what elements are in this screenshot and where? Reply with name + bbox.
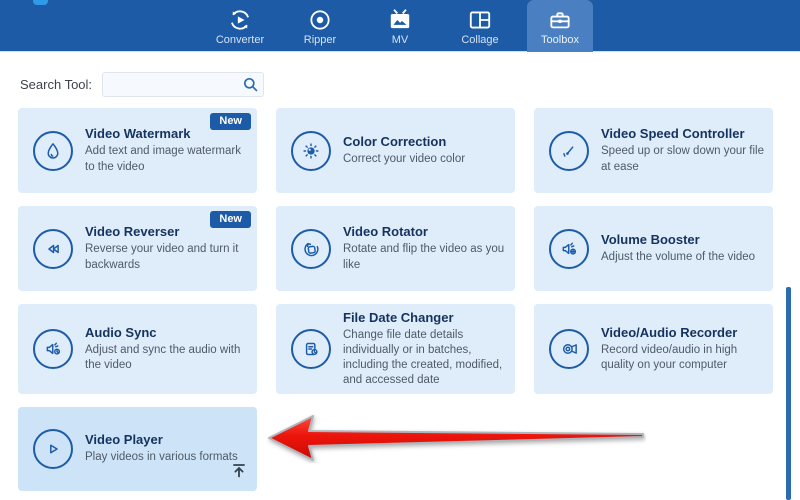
tool-text: Color Correction Correct your video colo…	[343, 134, 511, 167]
tab-toolbox[interactable]: Toolbox	[527, 0, 593, 52]
tab-ripper[interactable]: Ripper	[287, 0, 353, 52]
tool-title: Video Player	[85, 432, 253, 447]
tool-text: Audio Sync Adjust and sync the audio wit…	[85, 325, 253, 373]
search-icon[interactable]	[242, 76, 259, 98]
tab-label: Toolbox	[541, 34, 579, 46]
tool-title: Video Speed Controller	[601, 126, 769, 141]
card-video-rotator[interactable]: Video Rotator Rotate and flip the video …	[276, 206, 515, 291]
card-video-reverser[interactable]: New Video Reverser Reverse your video an…	[18, 206, 257, 291]
card-video-speed-controller[interactable]: Video Speed Controller Speed up or slow …	[534, 108, 773, 193]
rotate-icon	[291, 229, 331, 269]
converter-icon	[227, 7, 253, 33]
tab-converter[interactable]: Converter	[207, 0, 273, 52]
tool-title: Video Rotator	[343, 224, 511, 239]
tool-text: File Date Changer Change file date detai…	[343, 310, 511, 389]
tool-description: Record video/audio in high quality on yo…	[601, 343, 769, 373]
tab-label: Ripper	[304, 34, 336, 46]
tool-title: Video/Audio Recorder	[601, 325, 769, 340]
card-video-player[interactable]: Video Player Play videos in various form…	[18, 407, 257, 491]
tab-label: Converter	[216, 34, 264, 46]
tab-collage[interactable]: Collage	[447, 0, 513, 52]
rewind-icon	[33, 229, 73, 269]
tool-text: Video Speed Controller Speed up or slow …	[601, 126, 769, 174]
search-label: Search Tool:	[20, 77, 92, 92]
tool-text: Video/Audio Recorder Record video/audio …	[601, 325, 769, 373]
speaker-plus-icon	[549, 229, 589, 269]
card-color-correction[interactable]: Color Correction Correct your video colo…	[276, 108, 515, 193]
tool-description: Add text and image watermark to the vide…	[85, 144, 253, 174]
document-clock-icon	[291, 329, 331, 369]
water-drop-icon	[33, 131, 73, 171]
top-navigation-bar: Converter Ripper MV	[0, 0, 800, 52]
tool-grid: New Video Watermark Add text and image w…	[18, 108, 800, 491]
scrollbar-thumb[interactable]	[786, 287, 791, 500]
tool-text: Volume Booster Adjust the volume of the …	[601, 232, 769, 265]
tool-title: Color Correction	[343, 134, 511, 149]
collage-icon	[467, 7, 493, 33]
tool-description: Reverse your video and turn it backwards	[85, 242, 253, 272]
tool-text: Video Reverser Reverse your video and tu…	[85, 224, 253, 272]
camera-icon	[549, 329, 589, 369]
card-video-watermark[interactable]: New Video Watermark Add text and image w…	[18, 108, 257, 193]
new-badge: New	[210, 211, 251, 228]
tool-description: Speed up or slow down your file at ease	[601, 144, 769, 174]
tool-text: Video Rotator Rotate and flip the video …	[343, 224, 511, 272]
sun-icon	[291, 131, 331, 171]
toolbox-icon	[547, 7, 573, 33]
mv-icon	[387, 7, 413, 33]
tool-text: Video Player Play videos in various form…	[85, 432, 253, 465]
search-input[interactable]	[102, 72, 264, 97]
card-volume-booster[interactable]: Volume Booster Adjust the volume of the …	[534, 206, 773, 291]
search-field-wrap	[102, 72, 264, 97]
tool-description: Rotate and flip the video as you like	[343, 242, 511, 272]
tool-description: Correct your video color	[343, 152, 511, 167]
tool-description: Play videos in various formats	[85, 450, 253, 465]
tool-description: Change file date details individually or…	[343, 328, 511, 389]
tool-description: Adjust and sync the audio with the video	[85, 343, 253, 373]
ripper-icon	[307, 7, 333, 33]
speedometer-icon	[549, 131, 589, 171]
tool-text: Video Watermark Add text and image water…	[85, 126, 253, 174]
card-file-date-changer[interactable]: File Date Changer Change file date detai…	[276, 304, 515, 394]
speaker-clock-icon	[33, 329, 73, 369]
tab-label: Collage	[461, 34, 498, 46]
tab-label: MV	[392, 34, 409, 46]
new-badge: New	[210, 113, 251, 130]
tool-title: File Date Changer	[343, 310, 511, 325]
nav-tabs: Converter Ripper MV	[0, 0, 800, 52]
card-audio-sync[interactable]: Audio Sync Adjust and sync the audio wit…	[18, 304, 257, 394]
tool-title: Audio Sync	[85, 325, 253, 340]
play-icon	[33, 429, 73, 469]
card-video-audio-recorder[interactable]: Video/Audio Recorder Record video/audio …	[534, 304, 773, 394]
tool-description: Adjust the volume of the video	[601, 250, 769, 265]
search-row: Search Tool:	[0, 72, 800, 97]
scroll-to-top-icon[interactable]	[231, 462, 247, 484]
tab-mv[interactable]: MV	[367, 0, 433, 52]
tool-title: Volume Booster	[601, 232, 769, 247]
